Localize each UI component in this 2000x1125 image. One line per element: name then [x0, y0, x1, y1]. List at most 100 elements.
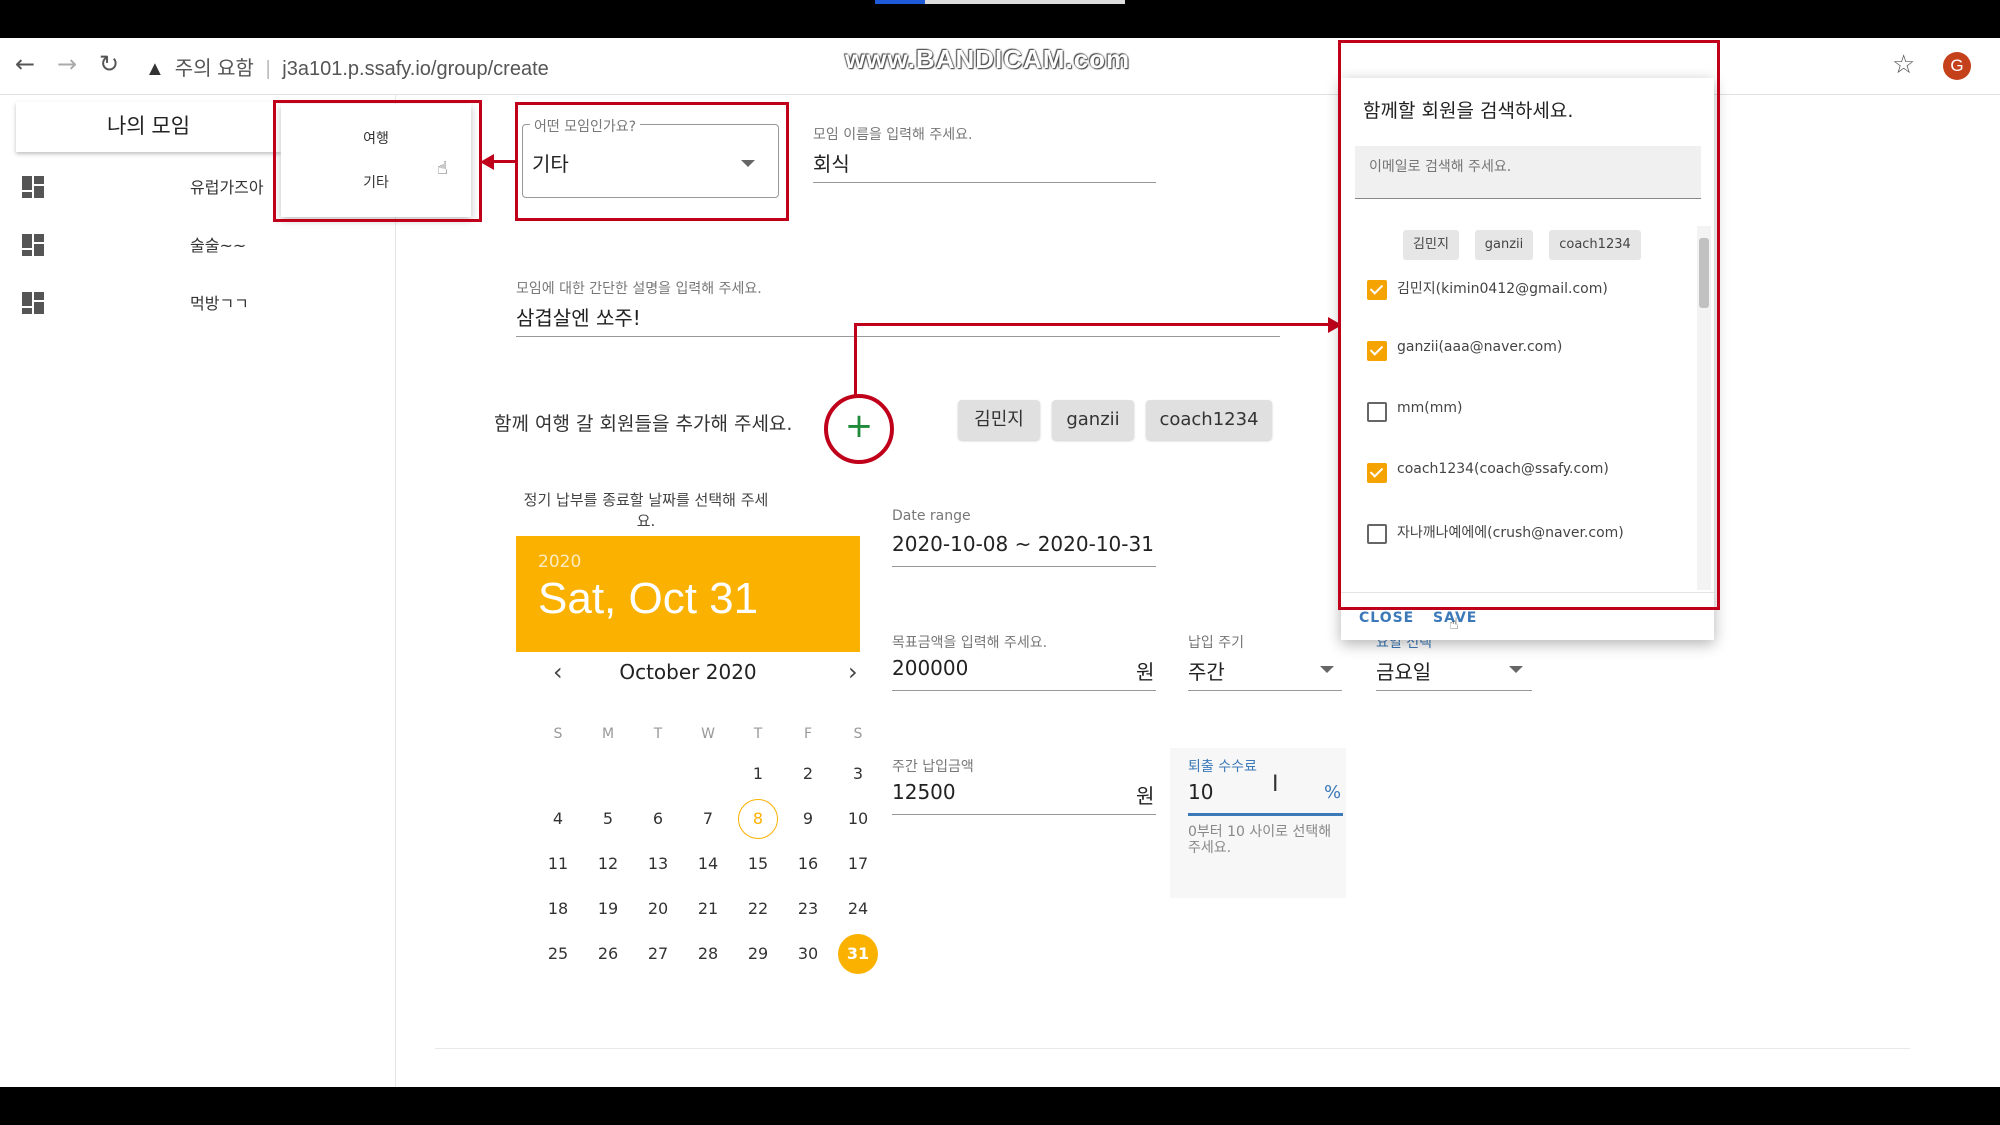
calendar-day[interactable]: 11: [538, 844, 578, 884]
calendar-day-today[interactable]: 8: [738, 799, 778, 839]
reload-icon[interactable]: ↻: [94, 50, 124, 78]
date-range-underline: [892, 566, 1156, 567]
annotation-connector: [854, 324, 857, 396]
calendar-day[interactable]: 23: [788, 889, 828, 929]
annotation-frame-menu: [273, 100, 482, 222]
weekly-amount-input[interactable]: 12500: [892, 780, 956, 804]
calendar-day[interactable]: 16: [788, 844, 828, 884]
calendar-day[interactable]: 12: [588, 844, 628, 884]
calendar-day[interactable]: 29: [738, 934, 778, 974]
weekly-amount-underline: [892, 814, 1156, 815]
back-arrow-icon[interactable]: ←: [10, 50, 40, 78]
top-strip-accent: [875, 0, 925, 4]
plus-icon: +: [844, 406, 874, 446]
calendar-day[interactable]: 9: [788, 799, 828, 839]
goal-label: 목표금액을 입력해 주세요.: [892, 635, 1048, 651]
calendar-day[interactable]: 15: [738, 844, 778, 884]
date-range-label: Date range: [892, 508, 971, 524]
dashboard-icon: [22, 234, 44, 256]
chevron-down-icon: [1320, 666, 1334, 673]
security-warning: 주의 요함: [174, 58, 254, 80]
bookmark-star-icon[interactable]: ☆: [1892, 50, 1915, 80]
members-prompt: 함께 여행 갈 회원들을 추가해 주세요.: [494, 413, 793, 435]
goal-input[interactable]: 200000: [892, 656, 968, 680]
calendar-day[interactable]: 10: [838, 799, 878, 839]
forward-arrow-icon[interactable]: →: [52, 50, 82, 78]
weekday-header: S: [853, 726, 863, 742]
weekday-header: M: [601, 726, 615, 742]
calendar-day[interactable]: 14: [688, 844, 728, 884]
address-bar[interactable]: ▲ 주의 요함 | j3a101.p.ssafy.io/group/create: [145, 52, 549, 81]
weekly-amount-label: 주간 납입금액: [892, 759, 974, 775]
sidebar: 나의 모임 유럽가즈아 술술~~ 먹방ㄱㄱ: [0, 94, 396, 1087]
fee-underline: [1188, 813, 1343, 816]
description-input[interactable]: 삼겹살엔 쏘주!: [516, 302, 641, 331]
fee-label: 퇴출 수수료: [1188, 759, 1257, 775]
next-month-icon[interactable]: ›: [848, 658, 858, 686]
annotation-connector: [494, 160, 516, 163]
sidebar-item-group-3[interactable]: 먹방ㄱㄱ: [0, 280, 395, 326]
add-member-button[interactable]: +: [824, 394, 894, 464]
calendar-day[interactable]: 3: [838, 754, 878, 794]
calendar-day[interactable]: 4: [538, 799, 578, 839]
dashboard-icon: [22, 176, 44, 198]
calendar-day[interactable]: 20: [638, 889, 678, 929]
calendar-day[interactable]: 28: [688, 934, 728, 974]
annotation-arrow-icon: [480, 154, 494, 170]
calendar-day[interactable]: 21: [688, 889, 728, 929]
text-cursor-icon: I: [1272, 772, 1279, 797]
member-chip[interactable]: ganzii: [1052, 400, 1134, 440]
calendar-day[interactable]: 26: [588, 934, 628, 974]
description-label: 모임에 대한 간단한 설명을 입력해 주세요.: [516, 281, 762, 297]
address-separator: |: [265, 58, 271, 80]
calendar-day[interactable]: 25: [538, 934, 578, 974]
annotation-frame-type: [515, 102, 789, 221]
calendar-day[interactable]: 18: [538, 889, 578, 929]
goal-unit: 원: [1136, 660, 1155, 684]
cycle-label: 납입 주기: [1188, 635, 1244, 651]
calendar-day[interactable]: 27: [638, 934, 678, 974]
calendar-day[interactable]: 19: [588, 889, 628, 929]
member-chip[interactable]: 김민지: [958, 400, 1040, 440]
weekday-header: T: [753, 726, 763, 742]
profile-avatar[interactable]: G: [1943, 52, 1971, 80]
end-date-prompt: 정기 납부를 종료할 날짜를 선택해 주세요.: [523, 491, 769, 530]
sidebar-item-group-2[interactable]: 술술~~: [0, 222, 395, 268]
weekday-header: S: [553, 726, 563, 742]
close-button[interactable]: CLOSE: [1359, 610, 1414, 626]
dashboard-icon: [22, 292, 44, 314]
url-text: j3a101.p.ssafy.io/group/create: [282, 58, 549, 80]
fee-input[interactable]: 10: [1188, 780, 1213, 804]
calendar-day[interactable]: 5: [588, 799, 628, 839]
calendar-day[interactable]: 13: [638, 844, 678, 884]
fee-unit: %: [1324, 782, 1342, 803]
calendar-day[interactable]: 24: [838, 889, 878, 929]
calendar-day[interactable]: 22: [738, 889, 778, 929]
recorder-watermark: www.BANDICAM.com: [845, 44, 1131, 74]
name-label: 모임 이름을 입력해 주세요.: [813, 127, 973, 143]
name-input[interactable]: 회식: [813, 148, 850, 177]
chevron-down-icon: [1509, 666, 1523, 673]
datepicker-header: 2020 Sat, Oct 31: [516, 536, 860, 652]
cycle-select[interactable]: 주간: [1188, 656, 1225, 685]
datepicker-selected-date: Sat, Oct 31: [538, 574, 759, 623]
weekday-header: T: [653, 726, 663, 742]
calendar-day-selected[interactable]: 31: [838, 934, 878, 974]
member-chip[interactable]: coach1234: [1146, 400, 1272, 440]
calendar-day[interactable]: 2: [788, 754, 828, 794]
calendar-day[interactable]: 7: [688, 799, 728, 839]
calendar-day[interactable]: 6: [638, 799, 678, 839]
datepicker-year[interactable]: 2020: [538, 552, 581, 572]
datepicker-month-label: October 2020: [619, 660, 757, 684]
annotation-frame-dialog: [1338, 40, 1720, 610]
weekday-select[interactable]: 금요일: [1376, 656, 1431, 685]
goal-underline: [892, 690, 1156, 691]
warning-icon: ▲: [145, 58, 165, 80]
sidebar-item-label: 술술~~: [190, 236, 247, 255]
weekday-underline: [1376, 690, 1532, 691]
annotation-connector: [854, 323, 1329, 326]
calendar-day[interactable]: 1: [738, 754, 778, 794]
date-range-input[interactable]: 2020-10-08 ~ 2020-10-31: [892, 532, 1154, 556]
calendar-day[interactable]: 17: [838, 844, 878, 884]
calendar-day[interactable]: 30: [788, 934, 828, 974]
